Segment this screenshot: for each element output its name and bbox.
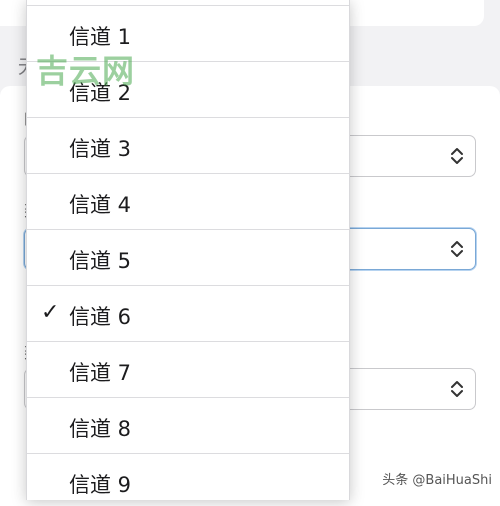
menu-option-channel-8[interactable]: 信道 8 [27, 398, 349, 454]
chevron-updown-icon [451, 241, 463, 257]
checkmark-icon: ✓ [41, 300, 60, 325]
chevron-updown-icon [451, 148, 463, 164]
menu-option-channel-3[interactable]: 信道 3 [27, 118, 349, 174]
watermark: 吉云网 [36, 52, 136, 90]
menu-option-channel-4[interactable]: 信道 4 [27, 174, 349, 230]
option-label: 信道 3 [69, 137, 132, 161]
option-label: 信道 4 [69, 193, 132, 217]
chevron-updown-icon [451, 381, 463, 397]
credit-text: 头条 @BaiHuaShi [382, 473, 492, 488]
menu-option-channel-7[interactable]: 信道 7 [27, 342, 349, 398]
option-label: 信道 8 [69, 417, 132, 441]
option-label: 信道 5 [69, 249, 132, 273]
menu-option-channel-5[interactable]: 信道 5 [27, 230, 349, 286]
option-label: 信道 6 [69, 305, 132, 329]
menu-option-channel-6[interactable]: ✓ 信道 6 [27, 286, 349, 342]
menu-option-channel-9[interactable]: 信道 9 [27, 454, 349, 500]
option-label: 信道 7 [69, 361, 132, 385]
option-label: 信道 9 [69, 473, 132, 497]
